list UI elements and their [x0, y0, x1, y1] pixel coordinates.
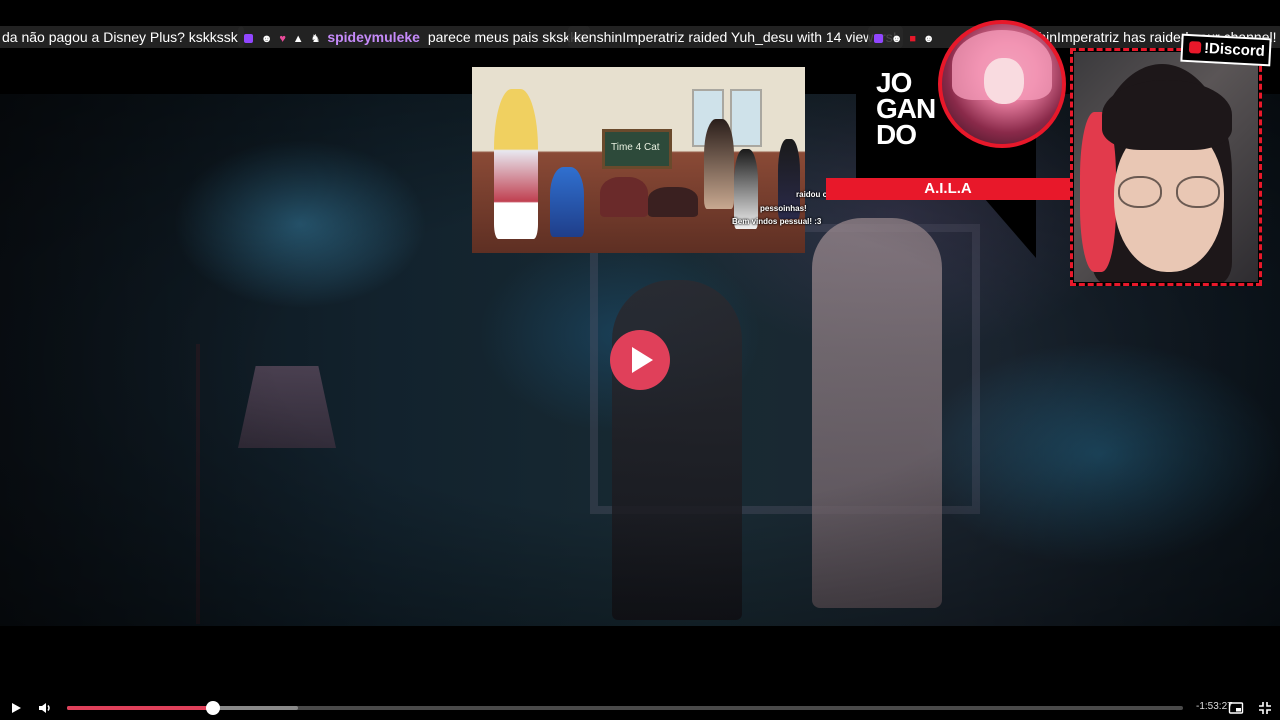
raid-text: pessoinhas! — [760, 204, 807, 213]
now-playing-line: DO — [876, 119, 917, 150]
raid-text: Bem vindos pessual! :3 — [732, 217, 822, 226]
chat-message: kenshinImperatriz raided Yuh_desu with 1… — [568, 26, 903, 48]
emote-icon: ▲ — [292, 33, 304, 45]
play-icon — [12, 703, 21, 713]
emote-icon: ☻ — [890, 33, 903, 45]
webcam-bangs — [1102, 80, 1232, 150]
chat-message: ☻ ♥ ▲ ♞ spideymuleke parece meus pais sk… — [238, 26, 591, 48]
seek-bar-thumb[interactable] — [206, 701, 221, 715]
anime-character — [648, 187, 698, 217]
discord-command-badge: !Discord — [1180, 33, 1272, 67]
chalkboard: Time 4 Cat — [602, 129, 672, 169]
player-controls: -1:53:27 — [0, 696, 1280, 720]
chat-message: da não pagou a Disney Plus? kskkssk — [0, 26, 244, 48]
avatar-face — [984, 58, 1024, 104]
discord-label: !Discord — [1203, 39, 1266, 61]
emote-icon: ♞ — [310, 33, 321, 45]
sub-badge-icon — [874, 33, 883, 43]
chat-username[interactable]: spideymuleke — [327, 29, 420, 45]
streamer-avatar — [938, 20, 1066, 148]
seek-bar-progress — [67, 706, 214, 710]
heart-badge-icon: ♥ — [279, 33, 286, 45]
seek-bar[interactable] — [67, 701, 1183, 715]
chat-message-text: da não pagou a Disney Plus? kskkssk — [2, 29, 238, 45]
play-button[interactable] — [8, 700, 24, 716]
anime-character — [704, 119, 734, 209]
chalkboard-text: Time 4 Cat — [611, 142, 660, 153]
emote-icon: ☻ — [260, 33, 273, 45]
anime-character — [600, 177, 648, 217]
anime-character — [550, 167, 584, 237]
play-overlay-button[interactable] — [610, 330, 670, 390]
chat-message-text: kenshinImperatriz raided Yuh_desu with 1… — [574, 29, 897, 45]
discord-icon — [1188, 41, 1202, 54]
chat-message-text: parece meus pais skskks — [427, 29, 585, 45]
sub-badge-icon — [244, 33, 253, 43]
webcam-feed — [1074, 52, 1258, 282]
volume-icon — [39, 703, 50, 713]
game-name-bar: A.I.L.A — [826, 178, 1070, 200]
picture-in-picture-button[interactable] — [1228, 700, 1244, 716]
classroom-window — [730, 89, 762, 147]
volume-button[interactable] — [37, 700, 53, 716]
fullscreen-button[interactable] — [1257, 700, 1273, 716]
fullscreen-exit-icon — [1259, 702, 1271, 714]
webcam-glasses — [1118, 176, 1222, 210]
emote-icon: ■ — [909, 33, 917, 45]
anime-character — [494, 89, 538, 239]
emote-icon: ☻ — [922, 33, 935, 45]
play-icon — [632, 347, 653, 373]
picture-in-picture-icon — [1228, 702, 1244, 714]
